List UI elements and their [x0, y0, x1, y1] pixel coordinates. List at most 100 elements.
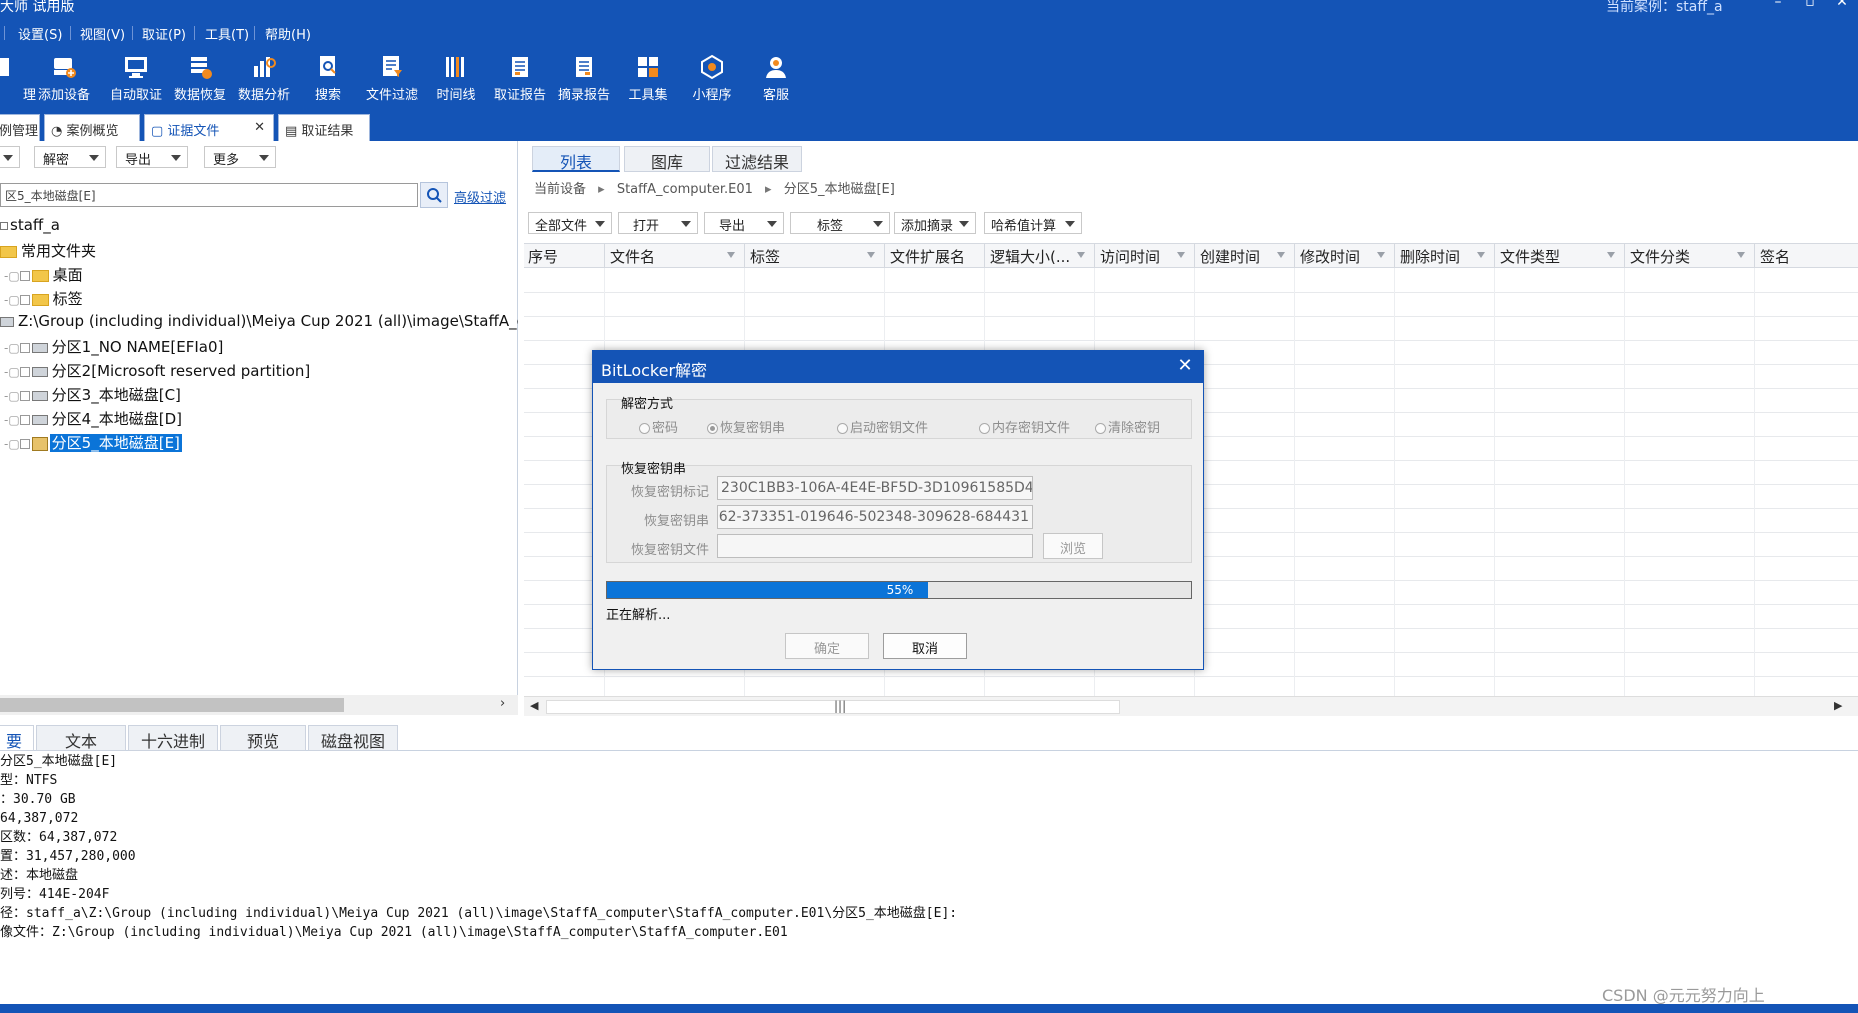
- tab-hex[interactable]: 十六进制: [128, 725, 218, 751]
- tab-gallery[interactable]: 图库: [624, 146, 710, 172]
- toolbar-search-button[interactable]: 搜索: [292, 52, 364, 108]
- column-header-signature[interactable]: 签名: [1760, 246, 1790, 267]
- breadcrumb-item[interactable]: 当前设备: [534, 182, 586, 197]
- menu-forensics[interactable]: 取证(P): [142, 24, 186, 43]
- decrypt-dropdown[interactable]: 解密: [34, 146, 106, 168]
- filter-icon[interactable]: [1737, 252, 1745, 258]
- filter-icon[interactable]: [1277, 252, 1285, 258]
- tree-node-root[interactable]: staff_a: [0, 216, 60, 234]
- tree-node-tags[interactable]: -▢ 标签: [4, 288, 83, 309]
- open-dropdown[interactable]: 打开: [618, 212, 698, 234]
- column-header-create-time[interactable]: 创建时间: [1200, 246, 1260, 267]
- recovery-key-field[interactable]: 1-461582-060962-373351-019646-502348-309…: [717, 505, 1033, 529]
- tab-text[interactable]: 文本: [36, 725, 126, 751]
- menu-tools[interactable]: 工具(T): [205, 24, 249, 43]
- checkbox[interactable]: [19, 414, 30, 425]
- column-header-tag[interactable]: 标签: [750, 246, 780, 267]
- tag-dropdown[interactable]: 标签: [790, 212, 890, 234]
- tree-node-image-file[interactable]: Z:\Group (including individual)\Meiya Cu…: [0, 312, 518, 330]
- dialog-close-button[interactable]: ✕: [1173, 355, 1197, 376]
- column-header-filename[interactable]: 文件名: [610, 246, 655, 267]
- tab-disk-view[interactable]: 磁盘视图: [308, 725, 398, 751]
- toolbar-customer-service-button[interactable]: 客服: [740, 52, 812, 108]
- scrollbar-thumb[interactable]: [0, 698, 344, 712]
- more-dropdown[interactable]: 更多: [204, 146, 276, 168]
- recovery-key-file-field[interactable]: [717, 534, 1033, 558]
- tree-node-partition-1[interactable]: -▢ 分区1_NO NAME[EFIa0]: [4, 336, 223, 357]
- ok-button[interactable]: 确定: [785, 633, 869, 659]
- scroll-left-icon[interactable]: ◀: [530, 699, 538, 712]
- tree-node-desktop[interactable]: -▢ 桌面: [4, 264, 83, 285]
- tab-close-icon[interactable]: ✕: [254, 120, 265, 135]
- column-header-delete-time[interactable]: 删除时间: [1400, 246, 1460, 267]
- tree-node-common-folders[interactable]: 常用文件夹: [0, 240, 96, 261]
- toolbar-data-recovery-button[interactable]: 数据恢复: [164, 52, 236, 108]
- filter-icon[interactable]: [1177, 252, 1185, 258]
- menu-settings[interactable]: 设置(S): [18, 24, 62, 43]
- export-dropdown[interactable]: 导出: [116, 146, 188, 168]
- scroll-right-icon[interactable]: ›: [500, 696, 505, 711]
- radio-recovery-key[interactable]: 恢复密钥串: [707, 417, 785, 436]
- recovery-key-id-field[interactable]: 230C1BB3-106A-4E4E-BF5D-3D10961585D4: [717, 476, 1033, 500]
- close-window-button[interactable]: ✕: [1832, 0, 1852, 10]
- cancel-button[interactable]: 取消: [883, 633, 967, 659]
- toolbar-file-filter-button[interactable]: 文件过滤: [356, 52, 428, 108]
- checkbox[interactable]: [19, 342, 30, 353]
- path-input[interactable]: 区5_本地磁盘[E]: [0, 183, 418, 207]
- scrollbar-thumb[interactable]: [546, 700, 1120, 714]
- tree-node-partition-3[interactable]: -▢ 分区3_本地磁盘[C]: [4, 384, 181, 405]
- breadcrumb-item[interactable]: StaffA_computer.E01: [617, 182, 753, 197]
- filter-icon[interactable]: [1077, 252, 1085, 258]
- tree-node-partition-5[interactable]: -▢ 分区5_本地磁盘[E]: [4, 432, 182, 453]
- radio-startup-key-file[interactable]: 启动密钥文件: [837, 417, 928, 436]
- filter-icon[interactable]: [1477, 252, 1485, 258]
- column-header-modify-time[interactable]: 修改时间: [1300, 246, 1360, 267]
- list-horizontal-scrollbar[interactable]: ◀ ||| ▶: [524, 696, 1858, 716]
- filter-icon[interactable]: [867, 252, 875, 258]
- filter-icon[interactable]: [1377, 252, 1385, 258]
- toolbar-miniprogram-button[interactable]: 小程序: [676, 52, 748, 108]
- checkbox[interactable]: [19, 270, 30, 281]
- radio-clear-key[interactable]: 清除密钥: [1095, 417, 1160, 436]
- column-header-logical-size[interactable]: 逻辑大小(...: [990, 246, 1076, 267]
- column-header-access-time[interactable]: 访问时间: [1100, 246, 1160, 267]
- advanced-filter-link[interactable]: 高级过滤: [454, 187, 506, 206]
- tab-list[interactable]: 列表: [532, 146, 620, 172]
- left-horizontal-scrollbar[interactable]: ›: [0, 695, 518, 715]
- toolbar-excerpt-report-button[interactable]: 摘录报告: [548, 52, 620, 108]
- browse-button[interactable]: 浏览: [1043, 533, 1103, 559]
- menu-help[interactable]: 帮助(H): [265, 24, 311, 43]
- checkbox[interactable]: [19, 294, 30, 305]
- tab-case-overview[interactable]: ◔ 案例概览: [44, 114, 140, 141]
- checkbox[interactable]: [19, 366, 30, 377]
- toolbar-add-device-button[interactable]: 添加设备: [28, 52, 100, 108]
- scroll-right-icon[interactable]: ▶: [1834, 699, 1842, 712]
- maximize-button[interactable]: ▫: [1800, 0, 1820, 10]
- all-files-dropdown[interactable]: 全部文件: [528, 212, 612, 234]
- radio-password[interactable]: 密码: [639, 417, 678, 436]
- checkbox[interactable]: [19, 438, 30, 449]
- breadcrumb-item[interactable]: 分区5_本地磁盘[E]: [784, 182, 895, 197]
- tab-filter-results[interactable]: 过滤结果: [712, 146, 802, 172]
- hash-calc-dropdown[interactable]: 哈希值计算: [984, 212, 1082, 234]
- column-header-extension[interactable]: 文件扩展名: [890, 246, 976, 267]
- column-header-index[interactable]: 序号: [528, 246, 558, 267]
- checkbox[interactable]: [19, 390, 30, 401]
- tab-evidence-files[interactable]: ▢ 证据文件 ✕: [144, 114, 274, 141]
- export-list-dropdown[interactable]: 导出: [704, 212, 784, 234]
- add-excerpt-dropdown[interactable]: 添加摘录: [894, 212, 976, 234]
- left-dropdown-first[interactable]: [0, 146, 20, 168]
- search-button[interactable]: [420, 182, 448, 208]
- toolbar-auto-forensics-button[interactable]: 自动取证: [100, 52, 172, 108]
- tab-summary[interactable]: 要: [0, 725, 34, 751]
- column-header-file-category[interactable]: 文件分类: [1630, 246, 1690, 267]
- minimize-button[interactable]: –: [1768, 0, 1788, 10]
- tab-preview[interactable]: 预览: [220, 725, 306, 751]
- tab-forensics-results[interactable]: ▤ 取证结果: [278, 114, 370, 141]
- radio-memory-key-file[interactable]: 内存密钥文件: [979, 417, 1070, 436]
- toolbar-data-analysis-button[interactable]: 数据分析: [228, 52, 300, 108]
- tree-node-partition-4[interactable]: -▢ 分区4_本地磁盘[D]: [4, 408, 182, 429]
- filter-icon[interactable]: [727, 252, 735, 258]
- menu-view[interactable]: 视图(V): [80, 24, 125, 43]
- tab-case-manage[interactable]: 例管理: [0, 114, 40, 141]
